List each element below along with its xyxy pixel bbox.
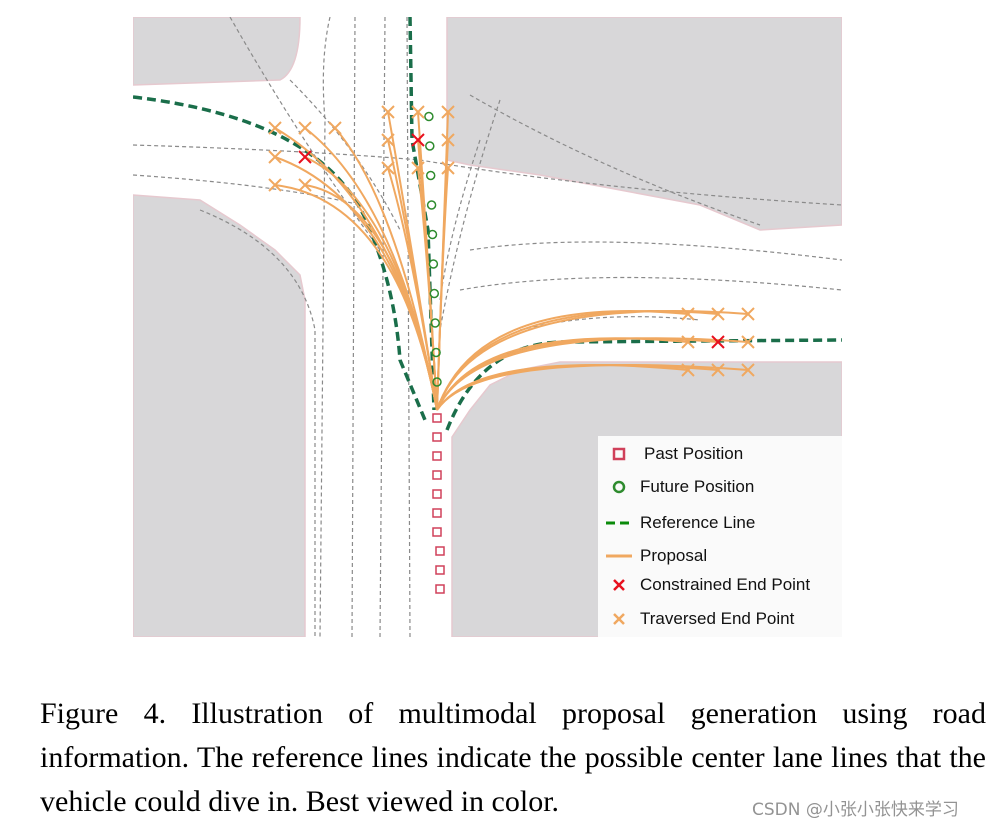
- legend-item-proposal: Proposal: [598, 541, 707, 571]
- legend-item-future-position: Future Position: [598, 472, 754, 502]
- building-block: [133, 194, 306, 637]
- legend-item-past-position: Past Position: [598, 439, 743, 469]
- square-marker-icon: [598, 447, 640, 461]
- legend-item-reference-line: Reference Line: [598, 508, 755, 538]
- solid-line-icon: [598, 553, 640, 559]
- watermark: CSDN @小张小张快来学习: [752, 800, 959, 820]
- legend-item-constrained-end-point: Constrained End Point: [598, 570, 810, 600]
- dashed-line-icon: [598, 520, 640, 526]
- x-marker-icon: [598, 612, 640, 626]
- legend: Past Position Future Position Reference …: [598, 436, 842, 637]
- building-block: [133, 17, 301, 86]
- legend-item-traversed-end-point: Traversed End Point: [598, 604, 794, 634]
- x-marker-icon: [598, 578, 640, 592]
- circle-marker-icon: [598, 480, 640, 494]
